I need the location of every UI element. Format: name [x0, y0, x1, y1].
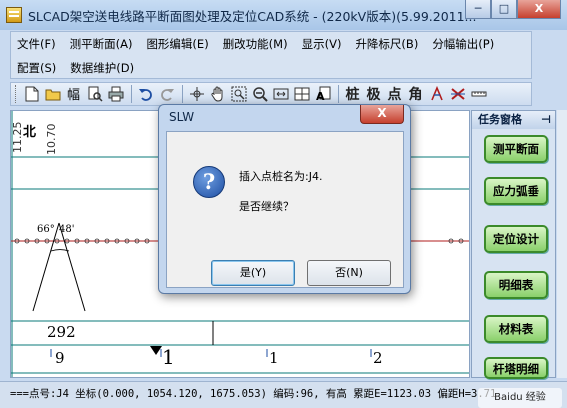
menu-bar: 文件(F) 测平断面(A) 图形编辑(E) 删改功能(M) 显示(V) 升降标尺…: [10, 31, 532, 79]
north-label: 北: [23, 125, 37, 140]
positioning-design-button[interactable]: 定位设计: [484, 225, 548, 253]
window-title: SLCAD架空送电线路平断面图处理及定位CAD系统 - (220kV版本)(5.…: [28, 9, 477, 24]
grid-icon[interactable]: [292, 85, 311, 104]
menu-split-output[interactable]: 分幅输出(P): [432, 36, 494, 52]
menu-row-2: 配置(S) 数据维护(D): [17, 57, 148, 79]
task-pane-title: 任务窗格: [478, 113, 522, 126]
menu-survey-section[interactable]: 测平断面(A): [70, 36, 133, 52]
pan-hand-icon[interactable]: [208, 85, 227, 104]
axis-label-9: 9: [55, 349, 65, 367]
undo-icon[interactable]: [136, 85, 155, 104]
measure-icon[interactable]: [469, 85, 488, 104]
main-window: SLCAD架空送电线路平断面图处理及定位CAD系统 - (220kV版本)(5.…: [0, 0, 567, 408]
pole-tool-icon[interactable]: 极: [364, 85, 383, 104]
dialog-message-line2: 是否继续？: [239, 200, 294, 213]
yes-button[interactable]: 是(Y): [211, 260, 295, 286]
caption-buttons: ─ □ X: [465, 0, 561, 19]
detail-list-button[interactable]: 明细表: [484, 271, 548, 299]
new-file-icon[interactable]: [22, 85, 41, 104]
zoom-out-icon[interactable]: [250, 85, 269, 104]
crosshair-icon[interactable]: [187, 85, 206, 104]
toolbar-separator: [182, 85, 183, 103]
toolbar-grip[interactable]: [15, 85, 18, 103]
toolbar: 幅 A 桩 极 点 角: [10, 82, 532, 106]
dialog-close-button[interactable]: X: [360, 105, 404, 124]
menu-config[interactable]: 配置(S): [17, 60, 56, 76]
menu-file[interactable]: 文件(F): [17, 36, 56, 52]
zoom-window-icon[interactable]: [229, 85, 248, 104]
no-button[interactable]: 否(N): [307, 260, 391, 286]
dialog-title: SLW: [169, 110, 195, 124]
toolbar-separator: [131, 85, 132, 103]
menu-row-1: 文件(F) 测平断面(A) 图形编辑(E) 删改功能(M) 显示(V) 升降标尺…: [17, 33, 508, 55]
angle-label-1: 66°: [37, 224, 55, 235]
point-tool-icon[interactable]: 点: [385, 85, 404, 104]
menu-data-maintenance[interactable]: 数据维护(D): [70, 60, 134, 76]
toolbar-separator: [338, 85, 339, 103]
print-icon[interactable]: [106, 85, 125, 104]
insert-stake-icon[interactable]: [427, 85, 446, 104]
elevation-label-2: 10.70: [45, 123, 58, 156]
material-list-button[interactable]: 材料表: [484, 315, 548, 343]
title-bar: SLCAD架空送电线路平断面图处理及定位CAD系统 - (220kV版本)(5.…: [0, 0, 567, 30]
menu-delete-modify[interactable]: 删改功能(M): [223, 36, 288, 52]
stake-tool-icon[interactable]: 桩: [343, 85, 362, 104]
print-preview-icon[interactable]: [85, 85, 104, 104]
pin-icon[interactable]: ⊣: [541, 111, 551, 128]
maximize-button[interactable]: □: [491, 0, 517, 19]
stress-sag-button[interactable]: 应力弧垂: [484, 177, 548, 205]
redo-icon[interactable]: [157, 85, 176, 104]
task-pane: 任务窗格 ⊣ 测平断面 应力弧垂 定位设计 明细表 材料表 杆塔明细: [471, 110, 556, 379]
vertical-scrollbar[interactable]: [557, 110, 567, 378]
angle-tool-icon[interactable]: 角: [406, 85, 425, 104]
survey-section-button[interactable]: 测平断面: [484, 135, 548, 163]
close-button[interactable]: X: [517, 0, 561, 19]
menu-display[interactable]: 显示(V): [302, 36, 342, 52]
menu-graphic-edit[interactable]: 图形编辑(E): [146, 36, 208, 52]
confirm-dialog: SLW X ? 插入点桩名为:J4. 是否继续？ 是(Y) 否(N): [158, 104, 411, 294]
minimize-button[interactable]: ─: [465, 0, 491, 19]
svg-text:A: A: [316, 90, 325, 102]
open-folder-icon[interactable]: [43, 85, 62, 104]
axis-label-1-current: 1: [162, 345, 175, 369]
app-icon: [6, 7, 22, 23]
text-edit-icon[interactable]: A: [313, 85, 332, 104]
axis-label-1: 1: [269, 349, 279, 367]
axis-label-2: 2: [373, 349, 383, 367]
dialog-message-line1: 插入点桩名为:J4.: [239, 170, 323, 183]
baidu-watermark: Baidu 经验: [478, 388, 562, 408]
dialog-body: ? 插入点桩名为:J4. 是否继续？ 是(Y) 否(N): [166, 131, 404, 288]
tower-detail-button[interactable]: 杆塔明细: [484, 357, 548, 379]
angle-label-2: 48': [59, 224, 75, 235]
span-value: 292: [47, 323, 76, 341]
question-icon: ?: [193, 166, 225, 198]
frame-icon[interactable]: 幅: [64, 85, 83, 104]
svg-text:幅: 幅: [67, 88, 80, 102]
delete-stake-icon[interactable]: [448, 85, 467, 104]
menu-scale[interactable]: 升降标尺(B): [355, 36, 418, 52]
zoom-extents-icon[interactable]: [271, 85, 290, 104]
task-pane-header: 任务窗格 ⊣: [472, 111, 555, 129]
